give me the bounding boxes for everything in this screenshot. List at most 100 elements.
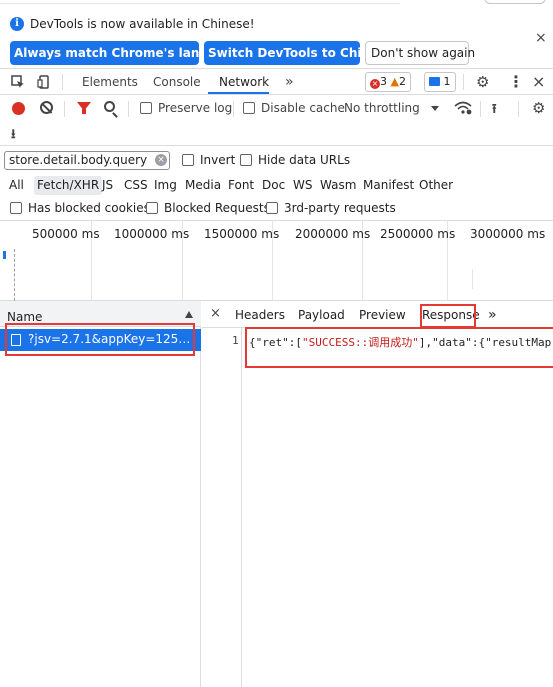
download-icon[interactable]: ⭳ [11, 125, 16, 147]
divider [518, 101, 519, 117]
messages-count: 1 [443, 75, 451, 88]
switch-language-button[interactable]: Switch DevTools to Chinese [204, 41, 393, 65]
throttling-select[interactable]: No throttling [344, 101, 420, 115]
info-icon: i [10, 17, 24, 31]
line-number-gutter: 1 [202, 328, 242, 687]
timeline-request-bar [3, 251, 6, 259]
preserve-log-checkbox[interactable] [140, 102, 152, 114]
filter-icon[interactable] [77, 102, 91, 114]
invert-label: Invert [200, 153, 236, 167]
highlight-box-response-body [245, 327, 553, 368]
blocked-requests-label: Blocked Requests [164, 201, 270, 215]
request-list: Name ?jsv=2.7.1&appKey=1257447... [0, 301, 201, 687]
type-filter-css[interactable]: CSS [121, 176, 151, 195]
third-party-checkbox[interactable] [266, 202, 278, 214]
detail-tabs: × Headers Payload Preview Response » [202, 301, 553, 328]
type-filter-font[interactable]: Font [225, 176, 257, 195]
hide-data-urls-label: Hide data URLs [258, 153, 351, 167]
line-number: 1 [232, 334, 239, 347]
type-filter-js[interactable]: JS [99, 176, 116, 195]
gear-icon[interactable]: ⚙ [476, 73, 489, 91]
preserve-log-label: Preserve log [158, 101, 233, 115]
divider [62, 74, 63, 90]
tab-headers[interactable]: Headers [235, 301, 285, 328]
third-party-label: 3rd-party requests [284, 201, 396, 215]
type-filter-img[interactable]: Img [151, 176, 180, 195]
timeline-tick-label: 2500000 ms [380, 227, 456, 241]
divider [0, 3, 400, 4]
type-filter-manifest[interactable]: Manifest [360, 176, 417, 195]
timeline-marker [14, 249, 15, 301]
clear-filter-icon[interactable]: × [155, 154, 167, 166]
chevron-down-icon [431, 106, 439, 111]
gear-icon[interactable]: ⚙ [532, 99, 545, 117]
messages-counter[interactable]: 1 [424, 72, 456, 92]
tab-elements[interactable]: Elements [82, 69, 138, 95]
sort-icon[interactable] [185, 311, 193, 318]
errors-count: 3 [380, 75, 387, 88]
timeline-tick-label: 1500000 ms [204, 227, 280, 241]
resource-type-filters: All Fetch/XHR JS CSS Img Media Font Doc … [0, 174, 553, 197]
dont-show-again-button[interactable]: Don't show again [365, 41, 475, 65]
timeline-tick-label: 2000000 ms [295, 227, 371, 241]
highlight-box-request [5, 323, 195, 356]
wifi-settings-icon[interactable] [454, 101, 472, 119]
more-tabs-button[interactable]: » [488, 301, 497, 328]
match-language-button[interactable]: Always match Chrome's language [10, 41, 241, 65]
network-toolbar: Preserve log Disable cache No throttling… [0, 95, 553, 122]
infobar-close-button[interactable]: × [535, 30, 547, 46]
type-filter-other[interactable]: Other [416, 176, 456, 195]
timeline-tick-label: 3000000 ms [470, 227, 546, 241]
close-devtools-button[interactable]: × [532, 69, 545, 95]
close-icon[interactable]: × [210, 306, 221, 321]
issues-counter[interactable]: × 3 ▲2 [365, 72, 411, 92]
infobar-message: DevTools is now available in Chinese! [30, 17, 255, 31]
blocked-cookies-label: Has blocked cookies [28, 201, 150, 215]
invert-checkbox[interactable] [182, 154, 194, 166]
highlight-box-response-tab [420, 304, 476, 328]
error-icon: × [370, 79, 380, 89]
warning-icon: ▲ [390, 75, 399, 88]
disable-cache-checkbox[interactable] [243, 102, 255, 114]
tab-payload[interactable]: Payload [298, 301, 345, 328]
blocked-requests-checkbox[interactable] [146, 202, 158, 214]
name-column-header[interactable]: Name [7, 310, 42, 324]
divider [64, 101, 65, 117]
blocked-filters: Has blocked cookies Blocked Requests 3rd… [0, 197, 553, 221]
type-filter-doc[interactable]: Doc [259, 176, 288, 195]
network-overview-timeline[interactable]: 500000 ms 1000000 ms 1500000 ms 2000000 … [0, 221, 553, 301]
filter-bar: store.detail.body.query × Invert Hide da… [0, 146, 553, 174]
upload-icon[interactable]: ⭱ [492, 100, 497, 122]
type-filter-fetch-xhr[interactable]: Fetch/XHR [34, 176, 103, 195]
warnings-count: 2 [398, 75, 406, 88]
network-toolbar-overflow: ⭳ [0, 122, 553, 146]
tab-preview[interactable]: Preview [359, 301, 406, 328]
divider [463, 74, 464, 90]
timeline-tick-label: 500000 ms [32, 227, 100, 241]
active-tab-indicator [208, 92, 269, 94]
language-infobar: i DevTools is now available in Chinese! … [0, 10, 553, 68]
more-tabs-button[interactable]: » [285, 69, 294, 95]
type-filter-media[interactable]: Media [182, 176, 224, 195]
hide-data-urls-checkbox[interactable] [240, 154, 252, 166]
clear-icon[interactable] [40, 101, 53, 114]
record-icon[interactable] [12, 102, 25, 115]
devtools-main-toolbar: Elements Console Network » × 3 ▲2 1 ⚙ ⋮ × [0, 68, 553, 95]
type-filter-all[interactable]: All [6, 176, 27, 195]
type-filter-ws[interactable]: WS [290, 176, 315, 195]
inspect-icon[interactable] [11, 69, 25, 95]
blocked-cookies-checkbox[interactable] [10, 202, 22, 214]
disable-cache-label: Disable cache [261, 101, 345, 115]
tab-console[interactable]: Console [153, 69, 201, 95]
device-toggle-icon[interactable] [37, 69, 51, 95]
timeline-gridline [472, 269, 473, 289]
search-icon[interactable] [104, 101, 115, 112]
type-filter-wasm[interactable]: Wasm [317, 176, 359, 195]
message-icon [429, 77, 440, 86]
partial-button[interactable] [484, 0, 546, 4]
timeline-tick-label: 1000000 ms [114, 227, 190, 241]
filter-input[interactable]: store.detail.body.query [4, 151, 170, 170]
divider [128, 101, 129, 117]
more-menu-button[interactable]: ⋮ [508, 69, 524, 95]
divider [480, 101, 481, 117]
